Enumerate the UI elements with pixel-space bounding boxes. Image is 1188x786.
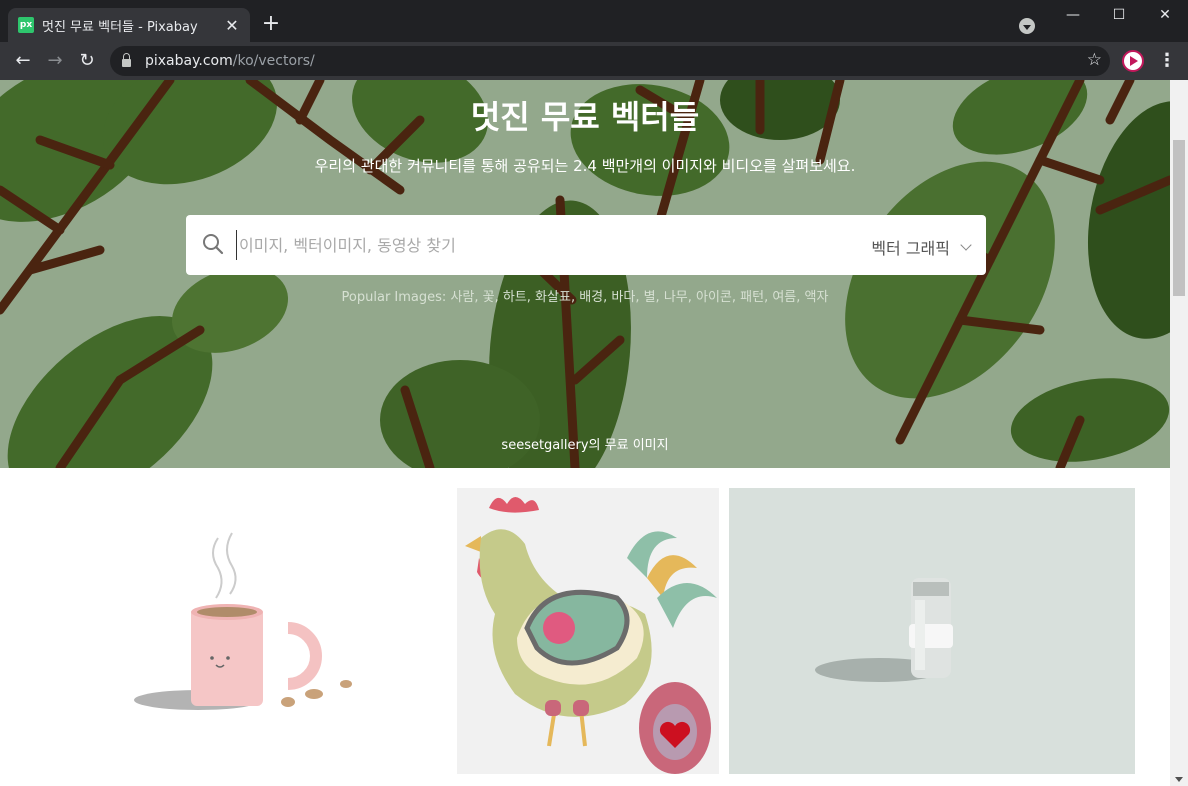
popular-keyword-link[interactable]: 액자 bbox=[805, 290, 829, 305]
credit-suffix: 의 무료 이미지 bbox=[588, 438, 669, 453]
popular-keywords: 사람, 꽃, 하트, 화살표, 배경, 바다, 별, 나무, 아이콘, 패턴, … bbox=[450, 290, 828, 305]
popular-label: Popular Images: bbox=[341, 290, 447, 305]
search-input[interactable] bbox=[236, 230, 796, 260]
keyword-separator: , bbox=[796, 290, 805, 305]
keyword-separator: , bbox=[635, 290, 644, 305]
popular-keyword-link[interactable]: 나무 bbox=[664, 290, 688, 305]
url-host: pixabay.com bbox=[145, 53, 233, 69]
lock-icon bbox=[122, 53, 131, 67]
hero-credit[interactable]: seesetgallery의 무료 이미지 bbox=[0, 434, 1170, 453]
popular-keyword-link[interactable]: 여름 bbox=[772, 290, 796, 305]
back-icon[interactable]: ← bbox=[10, 48, 36, 74]
popular-images: Popular Images: 사람, 꽃, 하트, 화살표, 배경, 바다, … bbox=[0, 286, 1170, 305]
popular-keyword-link[interactable]: 별 bbox=[644, 290, 656, 305]
new-tab-icon[interactable]: + bbox=[260, 13, 282, 35]
page-viewport: 멋진 무료 벡터들 우리의 관대한 커뮤니티를 통해 공유되는 2.4 백만개의… bbox=[0, 80, 1188, 786]
tab-search-icon[interactable] bbox=[1019, 18, 1035, 34]
browser-toolbar: ← → ↻ pixabay.com/ko/vectors/ ☆ bbox=[0, 42, 1188, 80]
menu-icon[interactable]: ⋮ bbox=[1158, 50, 1176, 72]
keyword-separator: , bbox=[731, 290, 741, 305]
scrollbar-thumb[interactable] bbox=[1173, 140, 1185, 296]
window-close-icon[interactable]: ✕ bbox=[1142, 4, 1188, 26]
image-gallery bbox=[0, 468, 1170, 786]
address-bar[interactable]: pixabay.com/ko/vectors/ ☆ bbox=[110, 46, 1110, 76]
profile-icon[interactable] bbox=[1122, 50, 1144, 72]
keyword-separator: , bbox=[526, 290, 536, 305]
forward-icon[interactable]: → bbox=[42, 48, 68, 74]
reload-icon[interactable]: ↻ bbox=[74, 48, 100, 74]
gallery-item[interactable] bbox=[729, 488, 1135, 774]
popular-keyword-link[interactable]: 배경 bbox=[579, 290, 603, 305]
keyword-separator: , bbox=[655, 290, 664, 305]
media-type-dropdown[interactable]: 벡터 그래픽 bbox=[871, 235, 972, 259]
popular-keyword-link[interactable]: 패턴 bbox=[740, 290, 764, 305]
search-bar: 벡터 그래픽 bbox=[186, 215, 986, 275]
search-icon[interactable] bbox=[202, 233, 224, 255]
url-path: /ko/vectors/ bbox=[232, 53, 315, 69]
minimize-icon[interactable]: — bbox=[1050, 4, 1096, 26]
pixabay-favicon-icon: px bbox=[18, 17, 34, 33]
popular-keyword-link[interactable]: 아이콘 bbox=[696, 290, 732, 305]
tab-title: 멋진 무료 벡터들 - Pixabay bbox=[42, 19, 198, 35]
popular-keyword-link[interactable]: 꽃 bbox=[483, 290, 495, 305]
hero-subtitle: 우리의 관대한 커뮤니티를 통해 공유되는 2.4 백만개의 이미지와 비디오를… bbox=[314, 157, 856, 175]
keyword-separator: , bbox=[570, 290, 580, 305]
browser-titlebar: px 멋진 무료 벡터들 - Pixabay ✕ + — ☐ ✕ bbox=[0, 0, 1188, 42]
gallery-item[interactable] bbox=[457, 488, 719, 774]
maximize-icon[interactable]: ☐ bbox=[1096, 4, 1142, 26]
bookmark-star-icon[interactable]: ☆ bbox=[1087, 50, 1102, 70]
chevron-down-icon bbox=[960, 238, 972, 251]
media-type-label: 벡터 그래픽 bbox=[871, 239, 950, 258]
keyword-separator: , bbox=[494, 290, 503, 305]
medicine-bottle-image bbox=[815, 578, 953, 682]
page-scrollbar[interactable] bbox=[1170, 80, 1188, 786]
browser-tab[interactable]: px 멋진 무료 벡터들 - Pixabay ✕ bbox=[8, 8, 250, 42]
popular-keyword-link[interactable]: 사람 bbox=[450, 290, 474, 305]
rooster-image bbox=[465, 497, 717, 774]
keyword-separator: , bbox=[474, 290, 483, 305]
popular-keyword-link[interactable]: 화살표 bbox=[535, 290, 571, 305]
scroll-down-icon[interactable] bbox=[1175, 777, 1183, 782]
hero-banner: 멋진 무료 벡터들 우리의 관대한 커뮤니티를 통해 공유되는 2.4 백만개의… bbox=[0, 80, 1170, 468]
popular-keyword-link[interactable]: 하트 bbox=[503, 290, 527, 305]
credit-user: seesetgallery bbox=[501, 438, 589, 453]
page-title: 멋진 무료 벡터들 bbox=[470, 98, 700, 136]
gallery-item[interactable] bbox=[8, 488, 448, 786]
tab-close-icon[interactable]: ✕ bbox=[224, 16, 240, 35]
coffee-mug-image bbox=[134, 532, 352, 710]
popular-keyword-link[interactable]: 바다 bbox=[611, 290, 635, 305]
keyword-separator: , bbox=[687, 290, 696, 305]
